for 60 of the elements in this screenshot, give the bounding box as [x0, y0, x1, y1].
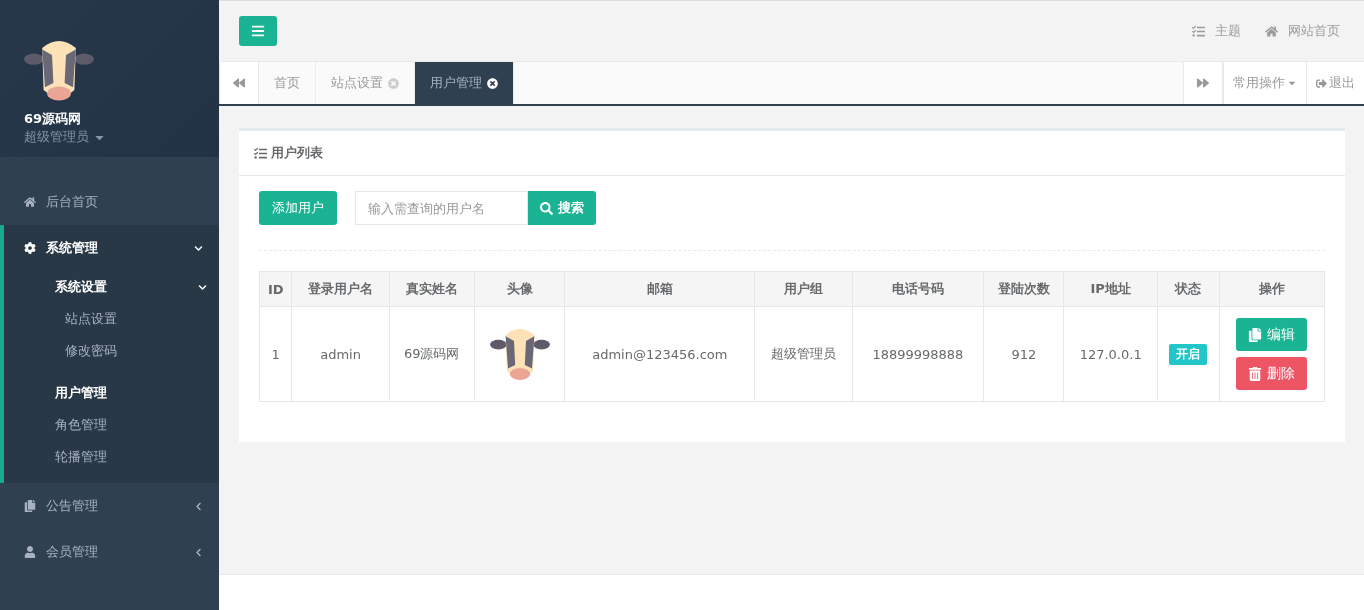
logout-icon	[1316, 77, 1327, 89]
table-cell: admin@123456.com	[564, 306, 755, 402]
submenu-item[interactable]: 系统设置	[4, 271, 219, 303]
column-header: 真实姓名	[389, 271, 475, 307]
column-header: 登录用户名	[291, 271, 390, 307]
table-cell: admin	[291, 306, 390, 402]
backward-icon	[233, 77, 245, 89]
menu-button[interactable]	[239, 16, 277, 46]
theme-icon	[1192, 24, 1205, 38]
scroll-left-button[interactable]	[219, 62, 259, 104]
profile-role[interactable]: 超级管理员	[24, 128, 219, 146]
submenu-item[interactable]: 用户管理	[4, 377, 219, 409]
panel-title: 用户列表	[239, 131, 1345, 176]
column-header: 电话号码	[852, 271, 984, 307]
dropdown-link[interactable]: 常用操作	[1223, 62, 1306, 104]
copy-icon	[1248, 327, 1263, 342]
menu-item[interactable]: 系统管理	[4, 225, 219, 271]
edit-button[interactable]: 编辑	[1236, 318, 1308, 351]
delete-button[interactable]: 删除	[1236, 357, 1308, 390]
status-badge: 开启	[1169, 343, 1208, 365]
scroll-right-button[interactable]	[1183, 62, 1223, 104]
column-header: 邮箱	[564, 271, 755, 307]
submenu-item[interactable]: 站点设置	[4, 303, 219, 335]
close-icon[interactable]	[487, 77, 498, 89]
column-header: 头像	[474, 271, 565, 307]
search-button[interactable]: 搜索	[528, 191, 596, 225]
column-header: 状态	[1157, 271, 1220, 307]
column-header: ID	[259, 271, 292, 307]
home-icon	[1265, 24, 1278, 38]
table-cell: 127.0.0.1	[1063, 306, 1158, 402]
table-cell: 69源码网	[389, 306, 475, 402]
menu-item[interactable]: 公告管理	[4, 483, 219, 529]
header-link[interactable]: 主题	[1192, 22, 1241, 40]
submenu-item[interactable]: 修改密码	[4, 335, 219, 367]
column-header: 登陆次数	[983, 271, 1064, 307]
table-cell: 超级管理员	[754, 306, 853, 402]
tab[interactable]: 用户管理	[415, 62, 514, 104]
chevron-left-icon	[194, 547, 203, 557]
chevron-left-icon	[194, 501, 203, 511]
column-header: IP地址	[1063, 271, 1158, 307]
tab[interactable]: 首页	[259, 62, 316, 104]
chevron-down-icon	[194, 243, 203, 253]
add-user-button[interactable]: 添加用户	[259, 191, 337, 225]
logout-link[interactable]: 退出	[1306, 62, 1364, 104]
menu-item[interactable]: 会员管理	[4, 529, 219, 575]
table-cell: 912	[983, 306, 1064, 402]
menu-item[interactable]: 后台首页	[4, 179, 219, 225]
list-icon	[254, 146, 267, 160]
table-cell: 18899998888	[852, 306, 984, 402]
chevron-down-icon	[198, 282, 207, 292]
search-field[interactable]: 输入需查询的用户名	[355, 191, 528, 225]
profile-name: 69源码网	[24, 110, 83, 128]
forward-icon	[1197, 77, 1209, 89]
search-icon	[540, 201, 553, 215]
submenu-item[interactable]: 角色管理	[4, 409, 219, 441]
column-header: 用户组	[754, 271, 853, 307]
column-header: 操作	[1219, 271, 1325, 307]
table-cell: 1	[259, 306, 292, 402]
submenu-item[interactable]: 轮播管理	[4, 441, 219, 473]
trash-icon	[1248, 366, 1263, 381]
